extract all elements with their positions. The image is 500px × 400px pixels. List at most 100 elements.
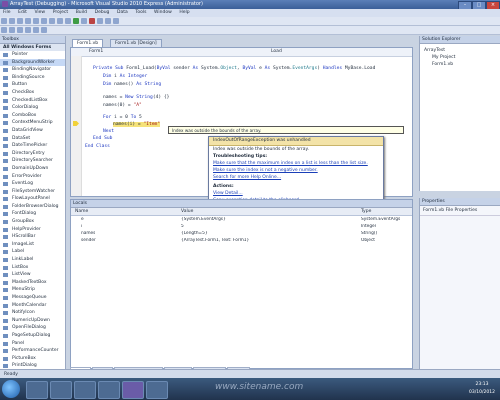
continue-icon[interactable] <box>73 18 79 24</box>
column-name[interactable]: Name <box>75 208 88 215</box>
toolbox-item[interactable]: EventLog <box>0 180 65 188</box>
uncomment-icon[interactable] <box>25 27 31 33</box>
toolbox-item[interactable]: ErrorProvider <box>0 173 65 181</box>
menu-help[interactable]: Help <box>176 9 192 17</box>
pause-icon[interactable] <box>81 18 87 24</box>
comment-icon[interactable] <box>17 27 23 33</box>
properties-object[interactable]: Form1.vb File Properties <box>420 206 500 216</box>
toolbox-item[interactable]: MessageQueue <box>0 294 65 302</box>
indent-icon[interactable] <box>1 27 7 33</box>
step-over-icon[interactable] <box>105 18 111 24</box>
folder-taskbar-icon[interactable] <box>74 381 96 399</box>
step-into-icon[interactable] <box>97 18 103 24</box>
explorer-taskbar-icon[interactable] <box>26 381 48 399</box>
toolbox-item[interactable]: DataGridView <box>0 127 65 135</box>
tip-link-2[interactable]: Make sure the index is not a negative nu… <box>209 167 383 174</box>
toolbox-item[interactable]: HelpProvider <box>0 226 65 234</box>
class-dropdown[interactable]: Form1 <box>89 48 103 56</box>
toolbox-group[interactable]: All Windows Forms <box>0 44 65 51</box>
menu-tools[interactable]: Tools <box>132 9 149 17</box>
toolbox-item[interactable]: BackgroundWorker <box>0 58 65 67</box>
undo-icon[interactable] <box>57 18 63 24</box>
save-icon[interactable] <box>17 18 23 24</box>
system-clock[interactable]: 23:13 03/10/2012 <box>466 381 498 397</box>
tree-item-project[interactable]: ArrayTest <box>424 47 496 54</box>
toolbox-item[interactable]: Pointer <box>0 51 65 59</box>
new-project-icon[interactable] <box>1 18 7 24</box>
toolbox-item[interactable]: CheckBox <box>0 89 65 97</box>
open-icon[interactable] <box>9 18 15 24</box>
redo-icon[interactable] <box>65 18 71 24</box>
toolbox-item[interactable]: BindingNavigator <box>0 66 65 74</box>
chrome-taskbar-icon[interactable] <box>98 381 120 399</box>
media-player-taskbar-icon[interactable] <box>50 381 72 399</box>
help-online-link[interactable]: Search for more Help Online... <box>209 174 383 181</box>
toolbox-item[interactable]: PrintDialog <box>0 362 65 369</box>
visual-studio-taskbar-icon[interactable] <box>122 381 144 399</box>
toolbox-item[interactable]: DataSet <box>0 135 65 143</box>
toolbox-item[interactable]: Label <box>0 248 65 256</box>
toolbox-item[interactable]: NumericUpDown <box>0 317 65 325</box>
locals-row[interactable]: names {Length=5} String() <box>71 231 412 238</box>
toolbox-item[interactable]: LinkLabel <box>0 256 65 264</box>
toolbox-item[interactable]: ListView <box>0 271 65 279</box>
toolbox-item[interactable]: FolderBrowserDialog <box>0 203 65 211</box>
toolbox-item[interactable]: PictureBox <box>0 355 65 363</box>
toolbox-item[interactable]: ListBox <box>0 264 65 272</box>
menu-file[interactable]: File <box>0 9 14 17</box>
view-detail-link[interactable]: View Detail... <box>209 190 383 197</box>
paste-icon[interactable] <box>49 18 55 24</box>
toolbox-item[interactable]: HScrollBar <box>0 233 65 241</box>
locals-row[interactable]: sender {ArrayTest.Form1, Text: Form1} Obje… <box>71 238 412 245</box>
menu-data[interactable]: Data <box>114 9 131 17</box>
toolbox-item[interactable]: Panel <box>0 340 65 348</box>
locals-row[interactable]: i 5 Integer <box>71 224 412 231</box>
toolbox-item[interactable]: OpenFileDialog <box>0 324 65 332</box>
save-all-icon[interactable] <box>25 18 31 24</box>
method-dropdown[interactable]: Load <box>271 48 282 56</box>
toolbox-item[interactable]: PageSetupDialog <box>0 332 65 340</box>
toolbox-item[interactable]: FileSystemWatcher <box>0 188 65 196</box>
toolbox-item[interactable]: DirectoryEntry <box>0 150 65 158</box>
step-out-icon[interactable] <box>113 18 119 24</box>
toolbox-item[interactable]: DirectorySearcher <box>0 157 65 165</box>
start-button-icon[interactable] <box>2 380 20 398</box>
toolbox-item[interactable]: DomainUpDown <box>0 165 65 173</box>
locals-row[interactable]: e {System.EventArgs} System.EventArgs <box>71 217 412 224</box>
toolbox-item[interactable]: GroupBox <box>0 218 65 226</box>
menu-build[interactable]: Build <box>73 9 90 17</box>
toolbox-item[interactable]: Button <box>0 81 65 89</box>
toolbox-item[interactable]: FlowLayoutPanel <box>0 195 65 203</box>
tip-link-1[interactable]: Make sure that the maximum index on a li… <box>209 160 383 167</box>
cut-icon[interactable] <box>33 18 39 24</box>
toolbox-item[interactable]: MaskedTextBox <box>0 279 65 287</box>
editor-margin[interactable] <box>71 56 82 196</box>
copy-icon[interactable] <box>41 18 47 24</box>
app-taskbar-icon[interactable] <box>146 381 168 399</box>
toolbox-item[interactable]: CheckedListBox <box>0 97 65 105</box>
tree-item-form1[interactable]: Form1.vb <box>424 61 496 68</box>
stop-icon[interactable] <box>89 18 95 24</box>
column-value[interactable]: Value <box>181 208 193 215</box>
menu-project[interactable]: Project <box>50 9 71 17</box>
toolbox-item[interactable]: ContextMenuStrip <box>0 119 65 127</box>
menu-debug[interactable]: Debug <box>92 9 113 17</box>
toolbox-item[interactable]: ColorDialog <box>0 104 65 112</box>
column-type[interactable]: Type <box>361 208 371 215</box>
next-bookmark-icon[interactable] <box>41 27 47 33</box>
bookmark-icon[interactable] <box>33 27 39 33</box>
outdent-icon[interactable] <box>9 27 15 33</box>
toolbox-item[interactable]: FontDialog <box>0 210 65 218</box>
menu-view[interactable]: View <box>31 9 48 17</box>
tree-item-my-project[interactable]: My Project <box>424 54 496 61</box>
toolbox-item[interactable]: ImageList <box>0 241 65 249</box>
toolbox-item[interactable]: MenuStrip <box>0 286 65 294</box>
toolbox-item[interactable]: ComboBox <box>0 112 65 120</box>
toolbox-item[interactable]: BindingSource <box>0 74 65 82</box>
menu-edit[interactable]: Edit <box>15 9 30 17</box>
toolbox-item[interactable]: MonthCalendar <box>0 302 65 310</box>
menu-window[interactable]: Window <box>151 9 175 17</box>
toolbox-item[interactable]: PerformanceCounter <box>0 347 65 355</box>
toolbox-item[interactable]: DateTimePicker <box>0 142 65 150</box>
toolbox-item[interactable]: NotifyIcon <box>0 309 65 317</box>
